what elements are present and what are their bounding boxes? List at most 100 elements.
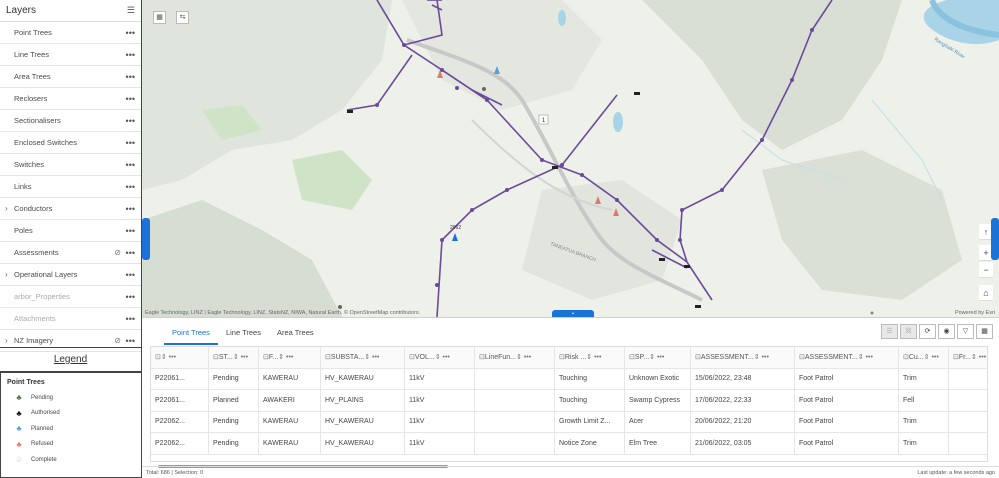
column-header-label: LineFun...: [484, 353, 517, 361]
layer-item[interactable]: Enclosed Switches •••: [0, 132, 141, 154]
layer-options-icon[interactable]: •••: [126, 160, 135, 170]
sort-icon[interactable]: ⇕ •••: [364, 353, 379, 361]
layer-options-icon[interactable]: •••: [126, 292, 135, 302]
layer-item[interactable]: Switches •••: [0, 154, 141, 176]
layer-options-icon[interactable]: •••: [126, 50, 135, 60]
more-options-icon[interactable]: ▦: [976, 324, 993, 339]
layer-options-icon[interactable]: •••: [126, 94, 135, 104]
table-cell: 11kV: [405, 368, 475, 389]
sort-icon[interactable]: ⇕ •••: [858, 353, 873, 361]
expand-chevron-icon[interactable]: ›: [5, 270, 8, 279]
layer-options-icon[interactable]: •••: [126, 248, 135, 258]
legend-item-label: Authorised: [31, 410, 60, 417]
layer-item[interactable]: › Operational Layers •••: [0, 264, 141, 286]
expand-chevron-icon[interactable]: ›: [5, 336, 8, 345]
layer-label: Area Trees: [14, 72, 51, 81]
table-cell: Swamp Cypress: [625, 390, 691, 411]
sort-icon[interactable]: ⇕ •••: [516, 353, 531, 361]
table-last-update: Last update: a few seconds ago: [917, 470, 995, 476]
left-panel-toggle[interactable]: [142, 218, 150, 260]
column-header[interactable]: ⊡ Cu... ⇕ •••: [899, 347, 949, 368]
powered-by-esri[interactable]: Powered by Esri: [955, 310, 995, 316]
layer-item[interactable]: Assessments ⊘ •••: [0, 242, 141, 264]
layer-options-icon[interactable]: •••: [126, 314, 135, 324]
layer-label: arbor_Properties: [14, 292, 70, 301]
table-tab[interactable]: Point Trees: [164, 324, 218, 345]
sort-icon[interactable]: ⇕ •••: [586, 353, 601, 361]
sort-icon[interactable]: ⇕ •••: [971, 353, 986, 361]
table-row[interactable]: P22062... Pending KAWERAU HV_KAWERAU 11kV Gro…: [151, 411, 987, 433]
map-swap-icon[interactable]: ⇆: [176, 11, 189, 24]
layer-options-icon[interactable]: •••: [126, 72, 135, 82]
show-selected-icon[interactable]: ☰: [881, 324, 898, 339]
column-header[interactable]: ⊡ ASSESSMENT... ⇕ •••: [795, 347, 899, 368]
table-row[interactable]: P22062... Pending KAWERAU HV_KAWERAU 11kV Not…: [151, 433, 987, 455]
table-cell: Fell: [899, 390, 949, 411]
table-tab[interactable]: Line Trees: [218, 324, 269, 345]
layer-item[interactable]: Sectionalisers •••: [0, 110, 141, 132]
layer-item[interactable]: Reclosers •••: [0, 88, 141, 110]
layer-item[interactable]: arbor_Properties •••: [0, 286, 141, 308]
legend-items: ♣ Pending ♣ Authorised ♣ Planned ♣ Refused ♧ Comp…: [7, 390, 135, 468]
layer-label: NZ Imagery: [14, 336, 54, 345]
feature-callout-label: 2962: [450, 225, 461, 231]
map-view[interactable]: 1 2962 TANEATUA BRANCH Rangitaiki River …: [142, 0, 999, 317]
sort-icon[interactable]: ⇕ •••: [754, 353, 769, 361]
sort-icon[interactable]: ⇕ •••: [649, 353, 664, 361]
table-cell: HV_PLAINS: [321, 390, 405, 411]
zoom-out-button[interactable]: −: [979, 262, 993, 278]
sort-icon[interactable]: ⇕ •••: [233, 353, 248, 361]
layer-options-icon[interactable]: •••: [126, 270, 135, 280]
sort-icon[interactable]: ⇕ •••: [924, 353, 939, 361]
column-header[interactable]: ⊡ ASSESSMENT... ⇕ •••: [691, 347, 795, 368]
table-row[interactable]: P22061... Pending KAWERAU HV_KAWERAU 11kV Tou…: [151, 368, 987, 390]
table-tab[interactable]: Area Trees: [269, 324, 322, 345]
layer-options-icon[interactable]: •••: [126, 116, 135, 126]
column-header[interactable]: ⊡ SP... ⇕ •••: [625, 347, 691, 368]
table-collapse-toggle[interactable]: ⌄: [552, 310, 594, 317]
column-header-label: ASSESSMENT...: [700, 353, 754, 361]
filter-icon[interactable]: ▽: [957, 324, 974, 339]
expand-chevron-icon[interactable]: ›: [5, 204, 8, 213]
clear-selection-icon[interactable]: ☒: [900, 324, 917, 339]
layer-options-icon[interactable]: •••: [126, 28, 135, 38]
column-header[interactable]: ⊡ ⇕ •••: [151, 347, 209, 368]
layers-options-icon[interactable]: ☰: [127, 5, 135, 16]
legend-item: ♧ Complete: [7, 452, 135, 468]
refresh-icon[interactable]: ⟳: [919, 324, 936, 339]
sort-icon[interactable]: ⇕ •••: [435, 353, 450, 361]
layer-options-icon[interactable]: •••: [126, 204, 135, 214]
hidden-eye-icon[interactable]: ⊘: [114, 248, 121, 257]
layer-item[interactable]: Poles •••: [0, 220, 141, 242]
column-header[interactable]: ⊡ Fr... ⇕ •••: [949, 347, 987, 368]
layer-item[interactable]: Point Trees •••: [0, 22, 141, 44]
layer-item[interactable]: Links •••: [0, 176, 141, 198]
column-header[interactable]: ⊡ SUBSTA... ⇕ •••: [321, 347, 405, 368]
legend-header[interactable]: Legend: [0, 348, 142, 372]
map-canvas[interactable]: 1 2962 TANEATUA BRANCH Rangitaiki River: [142, 0, 999, 317]
column-header[interactable]: ⊡ LineFun... ⇕ •••: [475, 347, 555, 368]
layer-item[interactable]: › Conductors •••: [0, 198, 141, 220]
column-header[interactable]: ⊡ VOL... ⇕ •••: [405, 347, 475, 368]
layer-options-icon[interactable]: •••: [126, 138, 135, 148]
layer-options-icon[interactable]: •••: [126, 336, 135, 346]
home-icon[interactable]: ⌂: [979, 285, 993, 301]
layer-item[interactable]: Area Trees •••: [0, 66, 141, 88]
sort-icon[interactable]: ⇕ •••: [278, 353, 293, 361]
layer-item[interactable]: Attachments •••: [0, 308, 141, 330]
sort-icon[interactable]: ⇕ •••: [161, 353, 176, 361]
layer-options-icon[interactable]: •••: [126, 182, 135, 192]
layer-options-icon[interactable]: •••: [126, 226, 135, 236]
table-cell: P22062...: [151, 433, 209, 454]
column-header[interactable]: ⊡ ST... ⇕ •••: [209, 347, 259, 368]
table-row[interactable]: P22061... Planned AWAKERI HV_PLAINS 11kV Touc…: [151, 390, 987, 412]
map-layout-icon[interactable]: ▦: [153, 11, 166, 24]
hidden-eye-icon[interactable]: ⊘: [114, 336, 121, 345]
toggle-visibility-icon[interactable]: ◉: [938, 324, 955, 339]
column-header[interactable]: ⊡ Risk ... ⇕ •••: [555, 347, 625, 368]
layer-item[interactable]: Line Trees •••: [0, 44, 141, 66]
table-cell: 11kV: [405, 390, 475, 411]
column-header-label: VOL...: [414, 353, 435, 361]
right-panel-toggle[interactable]: [991, 218, 999, 260]
column-header[interactable]: ⊡ F... ⇕ •••: [259, 347, 321, 368]
